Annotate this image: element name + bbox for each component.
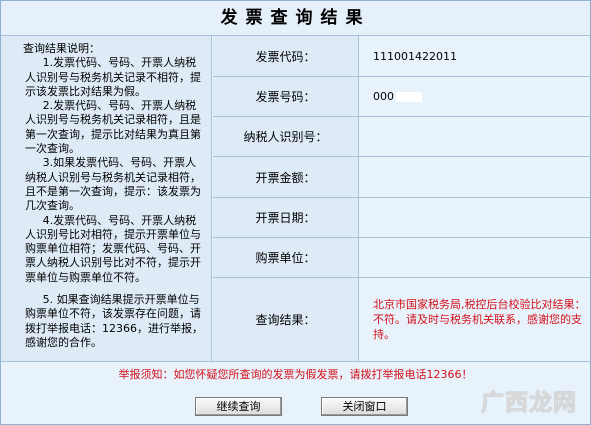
date-label: 开票日期： xyxy=(213,198,359,237)
row-buyer: 购票单位： xyxy=(213,238,590,278)
row-invoice-number: 发票号码： 000 xyxy=(213,77,590,117)
invoice-code-label: 发票代码： xyxy=(213,36,359,76)
invoice-number-cell: 000 xyxy=(373,77,586,116)
query-notes-panel: 查询结果说明： 1.发票代码、号码、开票人纳税人识别号与税务机关记录不相符，提示… xyxy=(1,36,212,361)
row-taxpayer-id: 纳税人识别号： xyxy=(213,117,590,157)
taxpayer-id-label: 纳税人识别号： xyxy=(213,117,359,156)
taxpayer-id-value xyxy=(373,117,586,156)
buyer-value xyxy=(373,238,586,277)
note-item-4: 4.发票代码、号码、开票人纳税人识别号比对相符，提示开票单位与购票单位相符；发票… xyxy=(25,213,201,284)
note-item-1: 1.发票代码、号码、开票人纳税人识别号与税务机关记录不相符，提示该发票比对结果为… xyxy=(25,56,201,98)
note-item-2: 2.发票代码、号码、开票人纳税人识别号与税务机关记录相符，且是第一次查询，提示比… xyxy=(25,99,201,156)
amount-label: 开票金额： xyxy=(213,157,359,197)
invoice-number-value: 000 xyxy=(373,90,394,103)
date-value xyxy=(373,198,586,237)
buyer-label: 购票单位： xyxy=(213,238,359,277)
redaction-mask xyxy=(396,91,422,102)
notes-heading: 查询结果说明： xyxy=(23,42,100,55)
page-title: 发票查询结果 xyxy=(1,1,590,36)
note-item-3: 3.如果发票代码、号码、开票人纳税人识别号与税务机关记录相符，且不是第一次查询，… xyxy=(25,156,201,213)
row-date: 开票日期： xyxy=(213,198,590,238)
result-label: 查询结果： xyxy=(213,278,359,361)
amount-value xyxy=(373,157,586,197)
row-result: 查询结果： 北京市国家税务局,税控后台校验比对结果：不符。请及时与税务机关联系，… xyxy=(213,278,590,362)
invoice-code-value: 111001422011 xyxy=(373,49,457,63)
watermark-logo: 广西龙网 xyxy=(481,390,577,416)
note-item-5: 5. 如果查询结果提示开票单位与购票单位不符，该发票存在问题，请拨打举报电话：1… xyxy=(25,293,203,349)
invoice-number-label: 发票号码： xyxy=(213,77,359,116)
row-amount: 开票金额： xyxy=(213,157,590,198)
close-window-button[interactable]: 关闭窗口 xyxy=(321,397,408,416)
result-window: 发票查询结果 查询结果说明： 1.发票代码、号码、开票人纳税人识别号与税务机关记… xyxy=(0,0,591,425)
row-invoice-code: 发票代码： 111001422011 xyxy=(213,36,590,77)
result-value: 北京市国家税务局,税控后台校验比对结果：不符。请及时与税务机关联系，感谢您的支持… xyxy=(373,298,586,341)
continue-query-button[interactable]: 继续查询 xyxy=(195,397,282,416)
